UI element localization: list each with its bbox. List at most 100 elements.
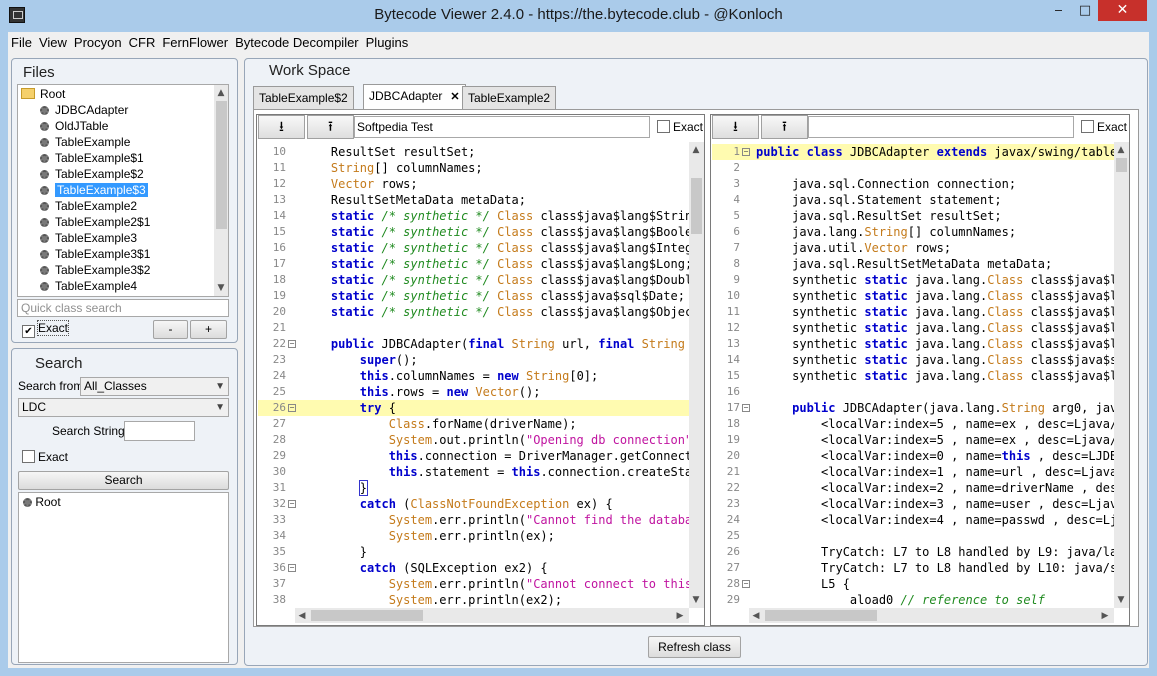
code-line[interactable]: 27 TryCatch: L7 to L8 handled by L10: ja… xyxy=(712,560,1114,576)
menu-procyon[interactable]: Procyon xyxy=(71,32,125,54)
code-line[interactable]: 24 <localVar:index=4 , name=passwd , des… xyxy=(712,512,1114,528)
tab-jdbcadapter[interactable]: JDBCAdapter ✕ xyxy=(363,84,466,110)
code-line[interactable]: 29 aload0 // reference to self xyxy=(712,592,1114,608)
code-line[interactable]: 26 TryCatch: L7 to L8 handled by L9: jav… xyxy=(712,544,1114,560)
search-from-select[interactable]: All_Classes ▼ xyxy=(80,377,229,396)
code-line[interactable]: 15 synthetic static java.lang.Class clas… xyxy=(712,368,1114,384)
tree-item[interactable]: TableExample$2 xyxy=(40,166,144,182)
right-vertical-scrollbar[interactable]: ▲ ▼ xyxy=(1114,142,1129,608)
code-line[interactable]: 14 static /* synthetic */ Class class$ja… xyxy=(258,208,689,224)
right-hscroll-thumb[interactable] xyxy=(765,610,877,621)
left-vertical-scrollbar[interactable]: ▲ ▼ xyxy=(689,142,704,608)
file-tree[interactable]: Root JDBCAdapter OldJTable TableExample Tab… xyxy=(17,84,229,297)
code-line[interactable]: 24 this.columnNames = new String[0]; xyxy=(258,368,689,384)
code-line[interactable]: 1− public class JDBCAdapter extends javax… xyxy=(712,144,1114,160)
code-line[interactable]: 25 this.rows = new Vector(); xyxy=(258,384,689,400)
code-line[interactable]: 34 System.err.println(ex); xyxy=(258,528,689,544)
code-line[interactable]: 2 xyxy=(712,160,1114,176)
close-tab-icon[interactable]: ✕ xyxy=(450,91,459,103)
code-line[interactable]: 13 synthetic static java.lang.Class clas… xyxy=(712,336,1114,352)
right-vscroll-thumb[interactable] xyxy=(1116,158,1127,172)
code-line[interactable]: 11 synthetic static java.lang.Class clas… xyxy=(712,304,1114,320)
fold-toggle-icon[interactable]: − xyxy=(742,580,750,588)
code-line[interactable]: 11 String[] columnNames; xyxy=(258,160,689,176)
code-line[interactable]: 14 synthetic static java.lang.Class clas… xyxy=(712,352,1114,368)
code-line[interactable]: 10 ResultSet resultSet; xyxy=(258,144,689,160)
menu-file[interactable]: File xyxy=(8,32,35,54)
tree-item[interactable]: TableExample2$1 xyxy=(40,214,150,230)
tree-item[interactable]: TableExample$3 xyxy=(40,182,148,198)
checkbox-icon[interactable] xyxy=(22,450,35,463)
upload-arrow-icon[interactable]: ⭱ xyxy=(761,115,808,139)
code-line[interactable]: 22 <localVar:index=2 , name=driverName ,… xyxy=(712,480,1114,496)
tree-item[interactable]: TableExample2 xyxy=(40,198,137,214)
search-type-select[interactable]: LDC ▼ xyxy=(18,398,229,417)
code-line[interactable]: 31 } xyxy=(258,480,689,496)
code-line[interactable]: 21 <localVar:index=1 , name=url , desc=L… xyxy=(712,464,1114,480)
code-line[interactable]: 28 System.out.println("Opening db connec… xyxy=(258,432,689,448)
code-line[interactable]: 7 java.util.Vector rows; xyxy=(712,240,1114,256)
tab-tableexample2[interactable]: TableExample2 xyxy=(462,86,557,110)
code-line[interactable]: 26− try { xyxy=(258,400,689,416)
code-line[interactable]: 16 xyxy=(712,384,1114,400)
tree-item[interactable]: TableExample3 xyxy=(40,230,137,246)
files-exact-checkbox[interactable]: ✔ Exact xyxy=(22,320,70,338)
code-line[interactable]: 10 synthetic static java.lang.Class clas… xyxy=(712,288,1114,304)
menu-view[interactable]: View xyxy=(36,32,70,54)
code-line[interactable]: 4 java.sql.Statement statement; xyxy=(712,192,1114,208)
maximize-button[interactable]: □ xyxy=(1072,0,1098,21)
fold-toggle-icon[interactable]: − xyxy=(288,340,296,348)
scroll-down-arrow-icon[interactable]: ▼ xyxy=(214,282,228,294)
scroll-right-arrow-icon[interactable]: ▶ xyxy=(673,610,687,622)
search-results-tree[interactable]: Root xyxy=(18,492,229,663)
menu-plugins[interactable]: Plugins xyxy=(363,32,412,54)
search-results-root[interactable]: Root xyxy=(23,494,61,510)
upload-arrow-icon[interactable]: ⭱ xyxy=(307,115,354,139)
tree-item[interactable]: TableExample3$2 xyxy=(40,262,150,278)
right-code-editor[interactable]: 1− public class JDBCAdapter extends javax… xyxy=(712,142,1114,608)
code-line[interactable]: 19 static /* synthetic */ Class class$ja… xyxy=(258,288,689,304)
expand-button[interactable]: + xyxy=(190,320,227,339)
code-line[interactable]: 6 java.lang.String[] columnNames; xyxy=(712,224,1114,240)
code-line[interactable]: 20 static /* synthetic */ Class class$ja… xyxy=(258,304,689,320)
search-string-input[interactable] xyxy=(124,421,195,441)
code-line[interactable]: 13 ResultSetMetaData metaData; xyxy=(258,192,689,208)
close-window-button[interactable]: ✕ xyxy=(1098,0,1147,21)
tree-item[interactable]: TableExample4 xyxy=(40,278,137,294)
fold-toggle-icon[interactable]: − xyxy=(742,148,750,156)
code-line[interactable]: 18 static /* synthetic */ Class class$ja… xyxy=(258,272,689,288)
minimize-button[interactable]: ‒ xyxy=(1045,0,1072,21)
left-horizontal-scrollbar[interactable]: ◀ ▶ xyxy=(295,608,689,623)
search-button[interactable]: Search xyxy=(18,471,229,490)
code-line[interactable]: 29 this.connection = DriverManager.getCo… xyxy=(258,448,689,464)
checkbox-icon[interactable] xyxy=(1081,120,1094,133)
tree-scrollbar[interactable]: ▲ ▼ xyxy=(214,85,228,296)
code-line[interactable]: 23 <localVar:index=3 , name=user , desc=… xyxy=(712,496,1114,512)
tree-item[interactable]: TableExample3$1 xyxy=(40,246,150,262)
fold-toggle-icon[interactable]: − xyxy=(288,500,296,508)
code-line[interactable]: 16 static /* synthetic */ Class class$ja… xyxy=(258,240,689,256)
code-line[interactable]: 37 System.err.println("Cannot connect to… xyxy=(258,576,689,592)
left-pane-search-field[interactable]: Softpedia Test xyxy=(354,116,650,138)
code-line[interactable]: 8 java.sql.ResultSetMetaData metaData; xyxy=(712,256,1114,272)
code-line[interactable]: 38 System.err.println(ex2); xyxy=(258,592,689,608)
right-pane-search-field[interactable] xyxy=(808,116,1074,138)
menu-fernflower[interactable]: FernFlower xyxy=(159,32,231,54)
scroll-left-arrow-icon[interactable]: ◀ xyxy=(295,610,309,622)
code-line[interactable]: 20 <localVar:index=0 , name=this , desc=… xyxy=(712,448,1114,464)
menu-bytecode-decompiler[interactable]: Bytecode Decompiler xyxy=(232,32,362,54)
fold-toggle-icon[interactable]: − xyxy=(288,564,296,572)
collapse-button[interactable]: - xyxy=(153,320,188,339)
code-line[interactable]: 21 xyxy=(258,320,689,336)
download-arrow-icon[interactable]: ⭳ xyxy=(712,115,759,139)
code-line[interactable]: 25 xyxy=(712,528,1114,544)
code-line[interactable]: 9 synthetic static java.lang.Class class… xyxy=(712,272,1114,288)
code-line[interactable]: 17 static /* synthetic */ Class class$ja… xyxy=(258,256,689,272)
tree-item[interactable]: JDBCAdapter xyxy=(40,102,128,118)
left-code-editor[interactable]: 10 ResultSet resultSet; 11 String[] colum… xyxy=(258,142,689,608)
scroll-up-arrow-icon[interactable]: ▲ xyxy=(689,144,703,156)
chevron-down-icon[interactable]: ▼ xyxy=(215,379,225,394)
scroll-left-arrow-icon[interactable]: ◀ xyxy=(749,610,763,622)
code-line[interactable]: 5 java.sql.ResultSet resultSet; xyxy=(712,208,1114,224)
scroll-up-arrow-icon[interactable]: ▲ xyxy=(214,87,228,99)
